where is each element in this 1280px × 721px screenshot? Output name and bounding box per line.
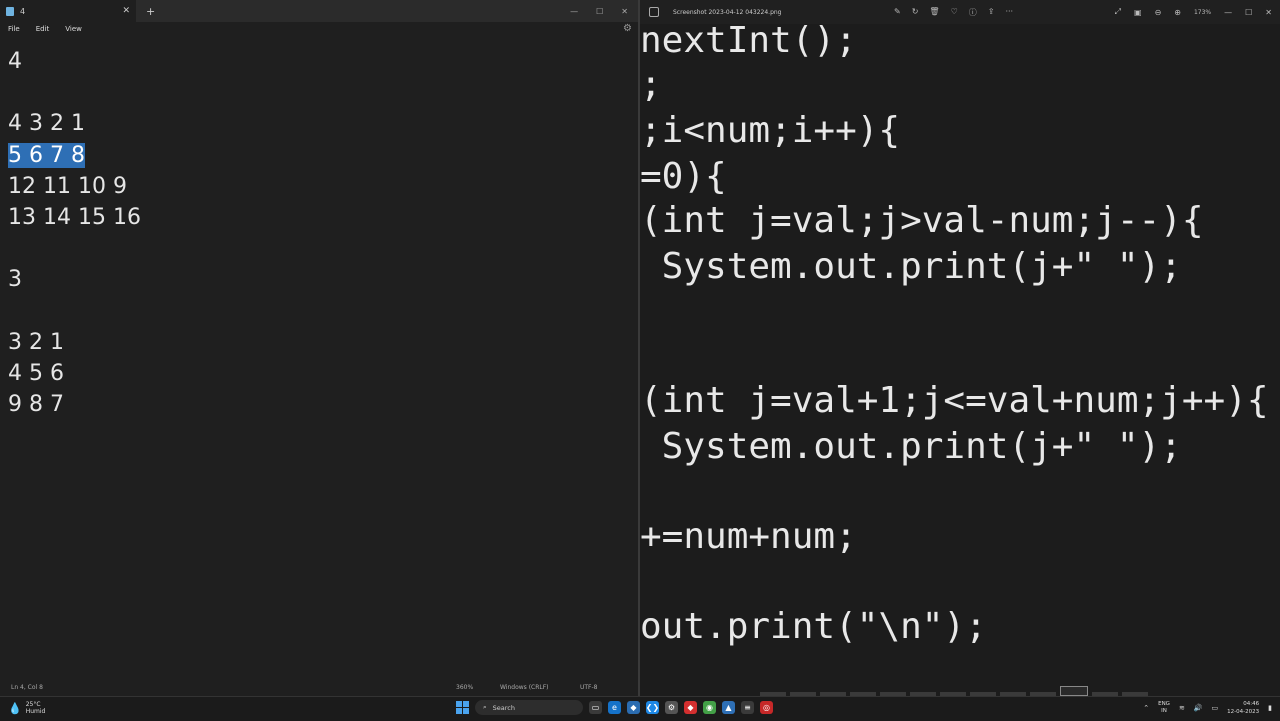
encoding: UTF-8 <box>580 684 598 691</box>
task-view-icon[interactable]: ▭ <box>589 701 602 714</box>
photo-viewer-window: Screenshot 2023-04-12 043224.png ✎ ↻ 🗑 ♡… <box>640 0 1280 696</box>
notepad-tab[interactable]: 4 ✕ <box>0 0 136 22</box>
tab-title: 4 <box>20 6 26 16</box>
volume-icon[interactable]: 🔊 <box>1194 704 1203 712</box>
text-line: 3 <box>8 267 22 293</box>
zoom-out-icon[interactable]: ⊖ <box>1155 8 1162 17</box>
filmstrip <box>760 686 1180 696</box>
edge-icon[interactable]: e <box>608 701 621 714</box>
code-line: ;i<num;i++){ <box>640 110 901 151</box>
notepad-status-bar: Ln 4, Col 8 360% Windows (CRLF) UTF-8 <box>0 678 638 696</box>
text-line <box>8 233 141 264</box>
chrome-icon[interactable]: ◉ <box>703 701 716 714</box>
text-line: 4 3 2 1 <box>8 111 85 137</box>
humidity-icon: 💧 <box>8 701 22 715</box>
text-line <box>8 296 141 327</box>
selected-text: 5 6 7 8 <box>8 142 85 168</box>
text-line: 3 2 1 <box>8 329 64 355</box>
notepad-tab-bar: 4 ✕ + — ☐ ✕ <box>0 0 638 22</box>
text-line: 13 14 15 16 <box>8 204 141 230</box>
weather-widget[interactable]: 💧 25°C Humid <box>8 701 45 715</box>
code-line: out.print("\n"); <box>640 606 987 647</box>
info-icon[interactable]: ⓘ <box>969 7 977 18</box>
viewer-zoom-level: 173% <box>1193 8 1212 16</box>
battery-icon[interactable]: ▭ <box>1212 704 1219 712</box>
notification-icon[interactable]: ▮ <box>1268 704 1272 712</box>
settings-gear-icon[interactable]: ⚙ <box>623 23 632 34</box>
chevron-up-icon[interactable]: ⌃ <box>1143 704 1149 712</box>
share-icon[interactable]: ⇪ <box>988 7 995 18</box>
taskbar: 💧 25°C Humid ⌕ Search ▭ e ◆ ❮❯ ⚙ ◆ ◉ ▲ ≡… <box>0 696 1280 721</box>
filmstrip-thumbnail-active[interactable] <box>1060 686 1088 696</box>
delete-icon[interactable]: 🗑 <box>929 7 939 18</box>
menu-file[interactable]: File <box>8 25 20 33</box>
settings-app-icon[interactable]: ⚙ <box>665 701 678 714</box>
edit-icon[interactable]: ✎ <box>894 7 901 18</box>
photos-taskbar-icon[interactable]: ▲ <box>722 701 735 714</box>
notepad-menu-bar: File Edit View ⚙ <box>0 22 638 36</box>
expand-icon[interactable]: ⤢ <box>1115 7 1121 17</box>
code-line: +=num+num; <box>640 516 857 557</box>
clock[interactable]: 04:46 12-04-2023 <box>1227 700 1259 716</box>
code-line: ; <box>640 64 662 105</box>
code-line: nextInt(); <box>640 20 857 61</box>
text-line: 4 <box>8 49 22 74</box>
text-line: 12 11 10 9 <box>8 173 127 199</box>
language-indicator[interactable]: ENG IN <box>1158 701 1170 715</box>
code-line: (int j=val;j>val-num;j--){ <box>640 200 1204 241</box>
new-tab-button[interactable]: + <box>146 5 155 18</box>
viewer-close-icon[interactable]: ✕ <box>1265 8 1272 17</box>
wifi-icon[interactable]: ≋ <box>1179 704 1185 712</box>
app-icon[interactable]: ◎ <box>760 701 773 714</box>
zoom-in-icon[interactable]: ⊕ <box>1174 8 1181 17</box>
git-icon[interactable]: ◆ <box>684 701 697 714</box>
search-label: Search <box>492 703 515 712</box>
code-line: (int j=val+1;j<=val+num;j++){ <box>640 380 1269 421</box>
rotate-icon[interactable]: ↻ <box>912 7 919 18</box>
start-icon[interactable] <box>456 701 469 714</box>
vscode-icon[interactable]: ❮❯ <box>646 701 659 714</box>
minimize-icon[interactable]: — <box>570 7 578 16</box>
fit-window-icon[interactable]: ▣ <box>1134 8 1142 17</box>
cursor-position: Ln 4, Col 8 <box>11 684 43 691</box>
notepad-window: 4 ✕ + — ☐ ✕ File Edit View ⚙ 4 4 3 2 1 5 6… <box>0 0 638 696</box>
close-tab-icon[interactable]: ✕ <box>122 6 130 16</box>
photos-app-icon <box>649 7 659 17</box>
favorite-icon[interactable]: ♡ <box>951 7 958 18</box>
text-line: 9 8 7 <box>8 392 64 418</box>
code-line: System.out.print(j+" "); <box>640 426 1182 467</box>
system-tray: ⌃ ENG IN ≋ 🔊 ▭ 04:46 12-04-2023 ▮ <box>1143 700 1272 716</box>
text-line: 5 6 7 8 <box>8 140 141 171</box>
more-options-icon[interactable]: ··· <box>1005 7 1013 18</box>
menu-edit[interactable]: Edit <box>36 25 50 33</box>
notepad-taskbar-icon[interactable]: ≡ <box>741 701 754 714</box>
temperature: 25°C <box>25 701 41 708</box>
viewer-minimize-icon[interactable]: — <box>1224 8 1232 17</box>
maximize-icon[interactable]: ☐ <box>596 7 603 16</box>
taskbar-search[interactable]: ⌕ Search <box>475 700 583 715</box>
viewer-file-title: Screenshot 2023-04-12 043224.png <box>673 8 782 16</box>
search-icon: ⌕ <box>483 703 487 711</box>
notepad-text-area[interactable]: 4 4 3 2 1 5 6 7 8 12 11 10 9 13 14 15 16 3 3 2… <box>8 46 141 420</box>
weather-condition: Humid <box>25 708 46 715</box>
code-line: System.out.print(j+" "); <box>640 246 1182 287</box>
notepad-icon <box>6 6 14 16</box>
line-ending: Windows (CRLF) <box>500 684 549 691</box>
zoom-level: 360% <box>456 684 474 691</box>
viewer-maximize-icon[interactable]: ☐ <box>1245 8 1252 17</box>
text-line <box>8 77 141 108</box>
menu-view[interactable]: View <box>65 25 82 33</box>
store-icon[interactable]: ◆ <box>627 701 640 714</box>
code-line: =0){ <box>640 156 727 197</box>
close-window-icon[interactable]: ✕ <box>621 7 628 16</box>
text-line: 4 5 6 <box>8 360 64 386</box>
